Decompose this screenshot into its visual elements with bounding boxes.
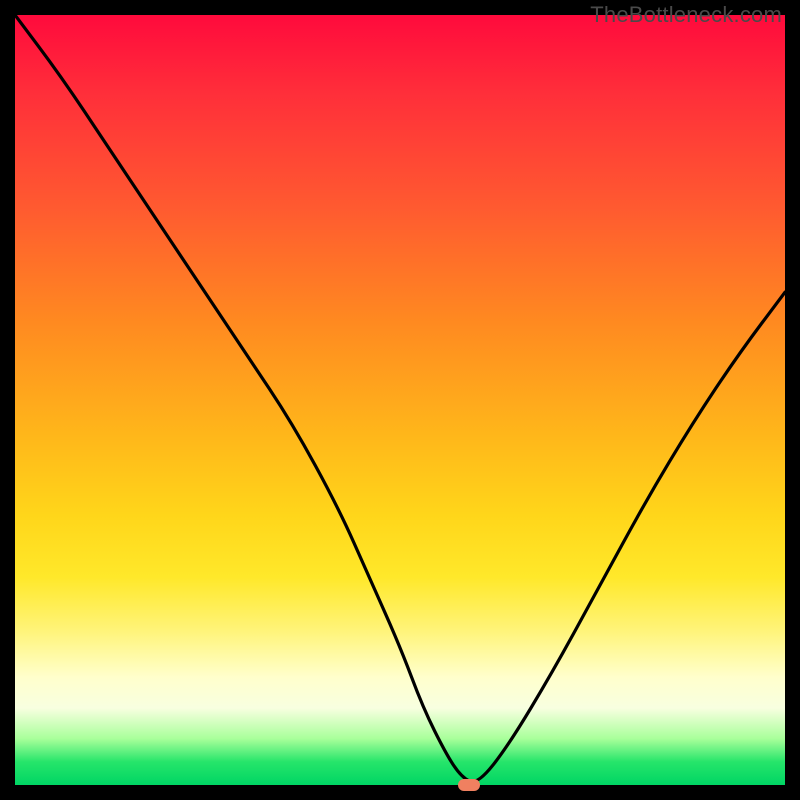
watermark-text: TheBottleneck.com bbox=[590, 2, 782, 28]
chart-frame: TheBottleneck.com bbox=[0, 0, 800, 800]
optimal-marker bbox=[458, 779, 480, 791]
plot-area bbox=[15, 15, 785, 785]
bottleneck-curve bbox=[15, 15, 785, 785]
